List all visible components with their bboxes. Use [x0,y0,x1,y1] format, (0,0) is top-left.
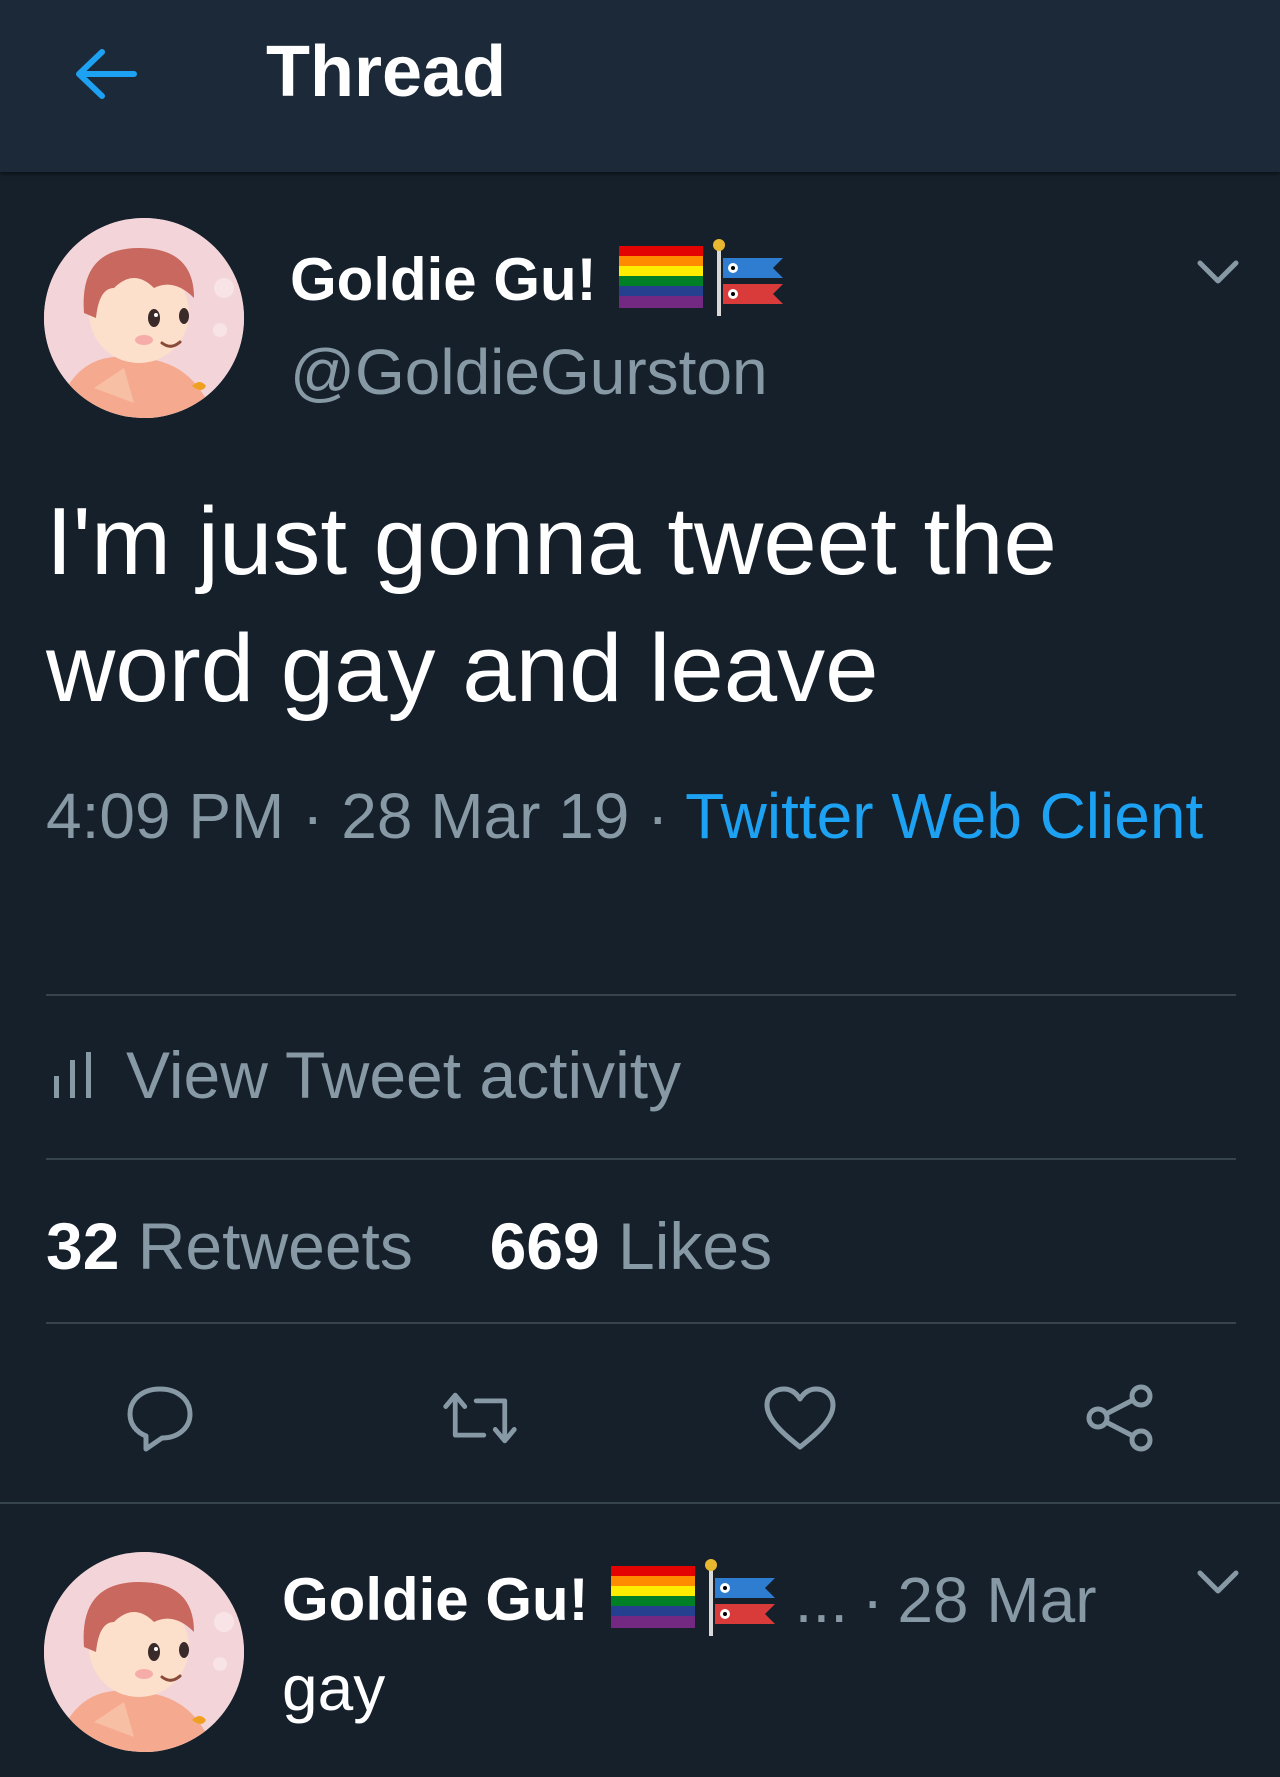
tweet-menu-button[interactable] [1190,252,1246,292]
tweet-source-link[interactable]: Twitter Web Client [685,780,1203,852]
rainbow-flag-icon [618,246,703,313]
divider [0,1502,1280,1504]
author-name-row[interactable]: Goldie Gu! [290,238,789,321]
back-button[interactable] [68,40,144,108]
meta-separator: · [862,1563,884,1636]
retweet-count: 32 [46,1209,120,1283]
retweets-stat[interactable]: 32 Retweets [46,1209,431,1283]
divider [46,994,1236,996]
divider [46,1158,1236,1160]
reply-text: gay [282,1652,386,1724]
reply-display-name: Goldie Gu! [282,1565,589,1633]
reply-menu-button[interactable] [1190,1562,1246,1602]
carp-streamer-icon [703,1558,781,1641]
like-button[interactable] [760,1378,840,1458]
tweet-time: 4:09 PM [46,780,285,852]
share-icon [1086,1384,1153,1452]
avatar-illustration [44,1552,244,1752]
reply-avatar[interactable] [44,1552,244,1752]
avatar-illustration [44,218,244,418]
bar-chart-icon [54,1052,91,1098]
share-button[interactable] [1080,1378,1160,1458]
tweet-stats: 32 Retweets 669 Likes [46,1206,772,1286]
reply-date[interactable]: 28 Mar [897,1565,1096,1635]
tweet-date[interactable]: 28 Mar 19 [341,780,629,852]
rainbow-flag-icon [610,1566,695,1633]
reply-author-row[interactable]: Goldie Gu! ... · 28 Mar [282,1558,1097,1641]
reply-button[interactable] [120,1378,200,1458]
retweet-label: Retweets [137,1209,413,1283]
likes-stat[interactable]: 669 Likes [490,1209,773,1283]
chevron-down-icon [1197,260,1239,284]
arrow-left-icon [76,49,137,99]
tweet-meta: 4:09 PM · 28 Mar 19 · Twitter Web Client [46,770,1226,862]
meta-separator: · [302,780,324,852]
like-count: 669 [489,1209,600,1283]
like-label: Likes [618,1209,773,1283]
avatar[interactable] [44,218,244,418]
display-name: Goldie Gu! [290,245,597,313]
view-tweet-activity-link[interactable]: View Tweet activity [50,1035,681,1115]
author-handle[interactable]: @GoldieGurston [290,335,768,409]
meta-separator: · [647,780,669,852]
name-truncation: ... [794,1563,848,1636]
divider [46,1322,1236,1324]
chevron-down-icon [1197,1570,1239,1594]
reply-icon [127,1386,193,1452]
activity-label: View Tweet activity [126,1038,682,1112]
header-bar: Thread [0,0,1280,172]
heart-icon [764,1386,836,1450]
retweet-button[interactable] [440,1378,520,1458]
carp-streamer-icon [711,238,789,321]
tweet-text: I'm just gonna tweet the word gay and le… [46,488,1057,722]
page-title: Thread [266,32,507,112]
retweet-icon [443,1392,517,1444]
